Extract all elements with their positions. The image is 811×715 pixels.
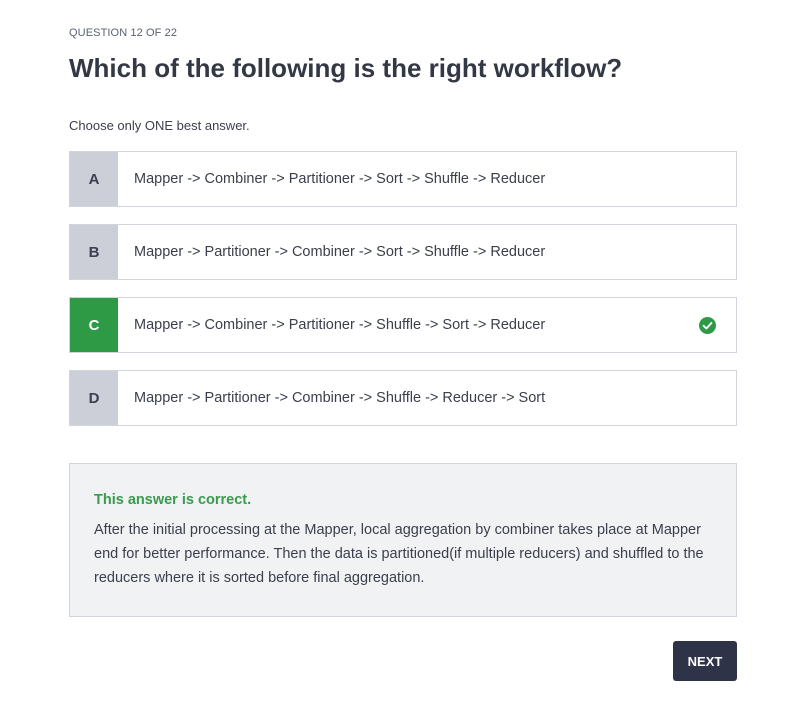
- option-b[interactable]: B Mapper -> Partitioner -> Combiner -> S…: [69, 224, 737, 280]
- option-letter: A: [70, 152, 118, 206]
- question-counter: QUESTION 12 OF 22: [69, 27, 178, 39]
- answer-options: A Mapper -> Combiner -> Partitioner -> S…: [69, 151, 737, 443]
- option-letter: D: [70, 371, 118, 425]
- question-title: Which of the following is the right work…: [69, 53, 623, 83]
- option-text: Mapper -> Combiner -> Partitioner -> Shu…: [134, 317, 546, 333]
- option-a[interactable]: A Mapper -> Combiner -> Partitioner -> S…: [69, 151, 737, 207]
- option-text: Mapper -> Partitioner -> Combiner -> Shu…: [134, 390, 546, 406]
- answer-instruction: Choose only ONE best answer.: [69, 118, 250, 133]
- next-button[interactable]: NEXT: [673, 641, 737, 681]
- feedback-panel: This answer is correct. After the initia…: [69, 463, 737, 617]
- option-letter: C: [70, 298, 118, 352]
- option-letter: B: [70, 225, 118, 279]
- feedback-status: This answer is correct.: [94, 492, 252, 508]
- feedback-explanation: After the initial processing at the Mapp…: [94, 522, 704, 586]
- option-c[interactable]: C Mapper -> Combiner -> Partitioner -> S…: [69, 297, 737, 353]
- check-circle-icon: [678, 298, 736, 352]
- option-text: Mapper -> Partitioner -> Combiner -> Sor…: [134, 244, 546, 260]
- option-d[interactable]: D Mapper -> Partitioner -> Combiner -> S…: [69, 370, 737, 426]
- option-text: Mapper -> Combiner -> Partitioner -> Sor…: [134, 171, 546, 187]
